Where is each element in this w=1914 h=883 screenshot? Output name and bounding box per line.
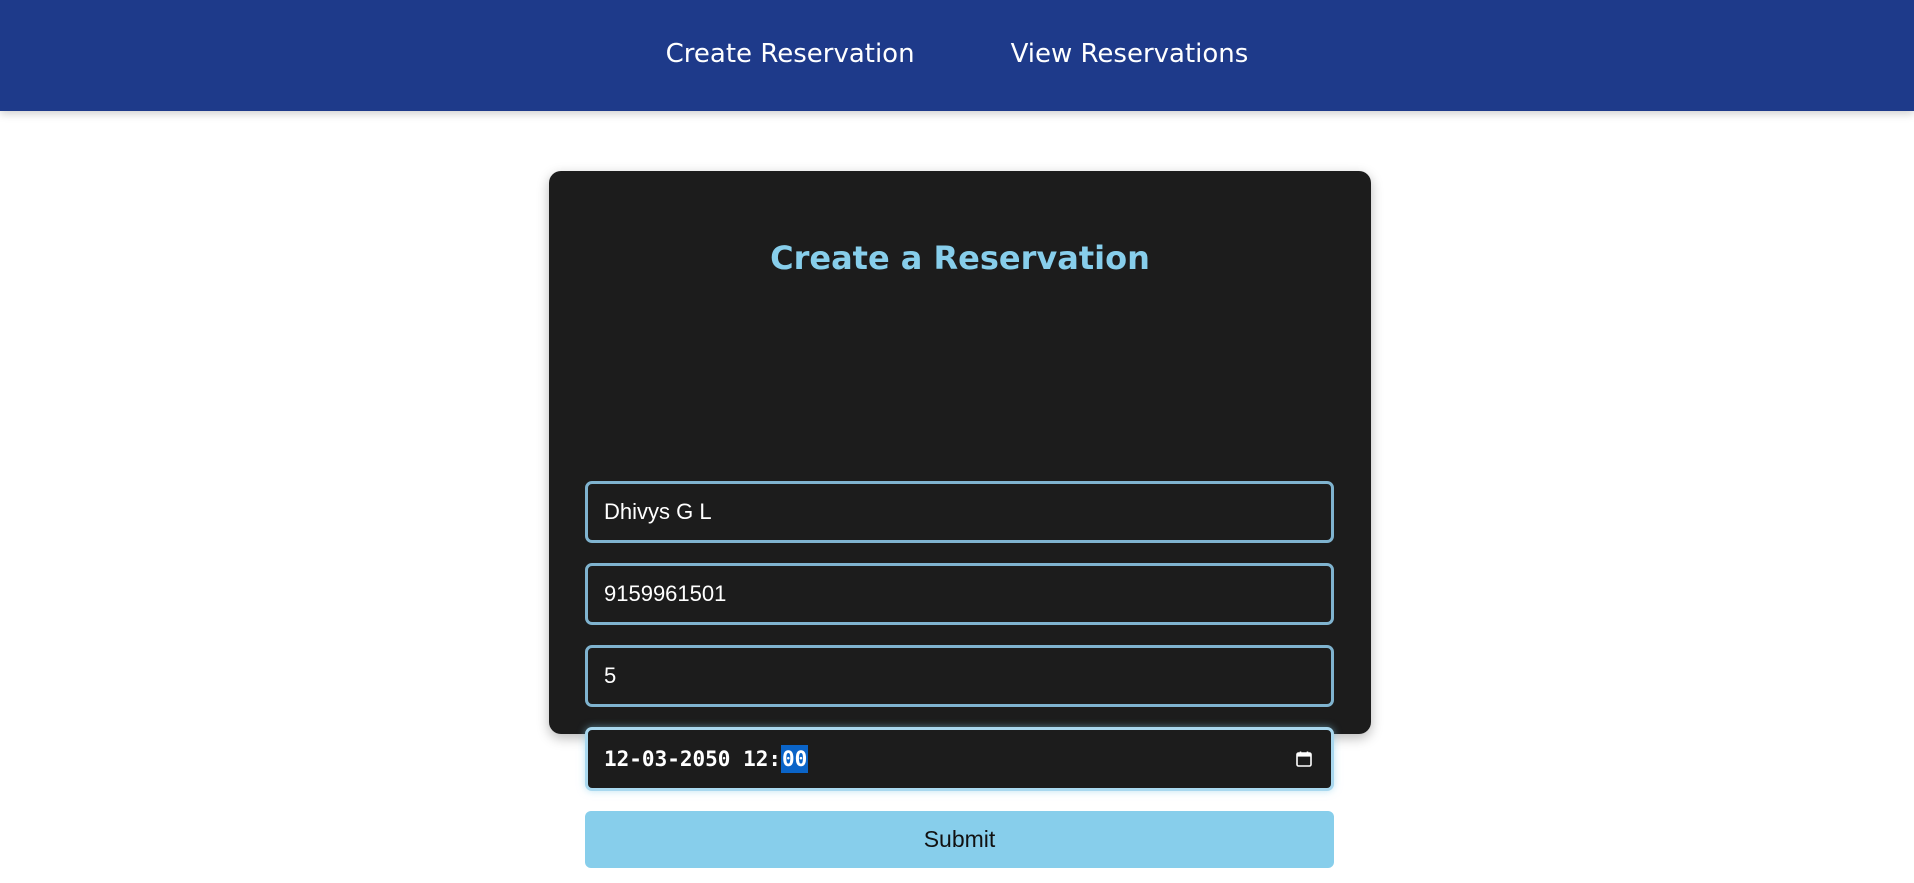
calendar-icon[interactable]	[1295, 750, 1313, 768]
guests-input-value: 5	[604, 663, 617, 688]
guests-input[interactable]: 5	[585, 645, 1334, 707]
name-input-value: Dhivys G L	[604, 499, 712, 524]
nav-create-reservation-link[interactable]: Create Reservation	[666, 39, 915, 73]
datetime-value: 12-03-2050 12: 00	[604, 745, 809, 773]
phone-input-value: 9159961501	[604, 581, 727, 606]
submit-button[interactable]: Submit	[585, 811, 1334, 868]
datetime-value-prefix: 12-03-2050 12:	[604, 747, 782, 771]
datetime-input[interactable]: 12-03-2050 12: 00	[585, 727, 1334, 791]
datetime-selected-segment[interactable]: 00	[781, 745, 809, 773]
nav-view-reservations-link[interactable]: View Reservations	[1011, 39, 1249, 73]
name-input[interactable]: Dhivys G L	[585, 481, 1334, 543]
phone-input[interactable]: 9159961501	[585, 563, 1334, 625]
form-title: Create a Reservation	[770, 239, 1150, 277]
reservation-form-card: Create a Reservation Dhivys G L 91599615…	[549, 171, 1371, 868]
top-navbar: Create Reservation View Reservations	[0, 0, 1914, 111]
